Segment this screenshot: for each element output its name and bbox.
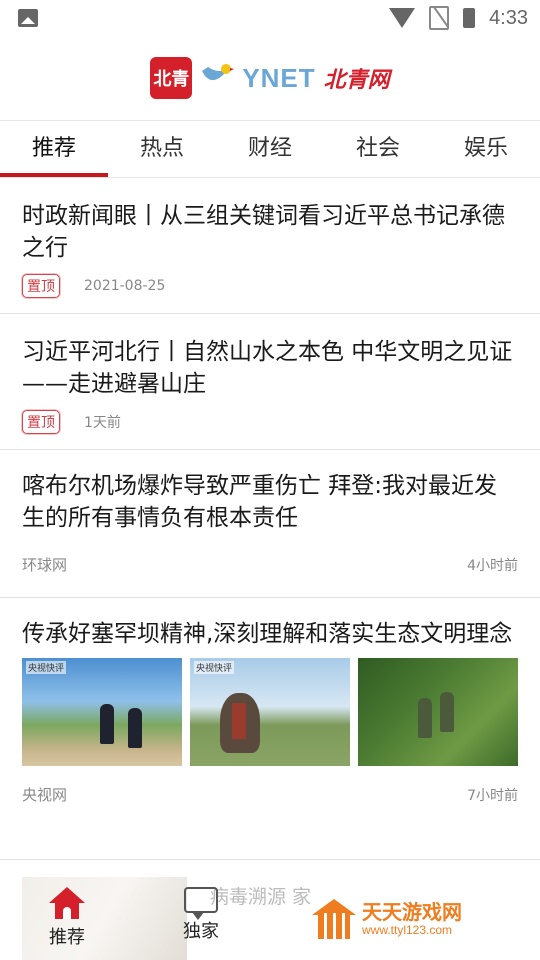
nav-exclusive-label: 独家 (183, 921, 219, 942)
battery-charging-icon (463, 8, 476, 28)
person-figure (440, 692, 454, 732)
pinned-badge: 置顶 (22, 274, 60, 298)
news-date: 2021-08-25 (84, 278, 166, 294)
news-source: 央视网 (22, 786, 68, 804)
watermark: 天天游戏网 www.ttyl123.com (312, 899, 462, 939)
news-item[interactable]: 时政新闻眼丨从三组关键词看习近平总书记承德之行 置顶 2021-08-25 (0, 178, 540, 314)
status-bar: 4:33 (0, 0, 540, 36)
news-date: 1天前 (84, 415, 121, 431)
watermark-title: 天天游戏网 (362, 900, 462, 924)
tab-hot[interactable]: 热点 (108, 121, 216, 177)
person-figure (100, 704, 114, 744)
thumbnail-label: 央视快评 (26, 661, 67, 674)
stone-monument (220, 693, 260, 753)
news-thumbnail[interactable]: 央视快评 (22, 658, 182, 766)
category-tabs: 推荐 热点 财经 社会 娱乐 (0, 121, 540, 178)
news-thumbnail[interactable]: 央视快评 (190, 658, 350, 766)
tab-society[interactable]: 社会 (324, 121, 432, 177)
nav-exclusive[interactable]: 独家 (166, 887, 236, 943)
logo-cn-text: 北青网 (323, 67, 390, 93)
tab-entertainment[interactable]: 娱乐 (432, 121, 540, 177)
status-time: 4:33 (489, 6, 528, 29)
person-figure (128, 708, 142, 748)
chat-icon (184, 887, 218, 920)
news-time: 7小时前 (467, 787, 518, 804)
bottom-nav: 病毒溯源 家 推荐 独家 天天游戏网 www.ttyl123.com (0, 877, 540, 960)
news-item[interactable]: 传承好塞罕坝精神,深刻理解和落实生态文明理念 央视快评 央视快评 央视网 7小时… (0, 598, 540, 860)
home-icon (49, 887, 85, 919)
nav-recommend[interactable]: 推荐 (32, 887, 102, 949)
image-notification-icon (18, 9, 38, 27)
no-sim-icon (429, 6, 450, 30)
news-time: 4小时前 (467, 557, 518, 574)
news-title: 时政新闻眼丨从三组关键词看习近平总书记承德之行 (22, 203, 505, 261)
pinned-badge: 置顶 (22, 410, 60, 434)
app-logo-icon: 北青 (150, 57, 193, 99)
nav-recommend-label: 推荐 (49, 927, 85, 948)
tab-recommend[interactable]: 推荐 (0, 121, 108, 177)
watermark-url: www.ttyl123.com (362, 923, 453, 937)
news-thumbnail[interactable] (358, 658, 518, 766)
news-title: 传承好塞罕坝精神,深刻理解和落实生态文明理念 (22, 621, 513, 647)
watermark-logo-icon (312, 899, 356, 939)
news-item[interactable]: 喀布尔机场爆炸导致严重伤亡 拜登:我对最近发生的所有事情负有根本责任 环球网 4… (0, 450, 540, 598)
person-figure (418, 698, 432, 738)
bird-logo-icon (202, 64, 235, 81)
news-item[interactable]: 习近平河北行丨自然山水之本色 中华文明之见证——走进避暑山庄 置顶 1天前 (0, 314, 540, 450)
news-title: 喀布尔机场爆炸导致严重伤亡 拜登:我对最近发生的所有事情负有根本责任 (22, 473, 498, 531)
news-source: 环球网 (22, 556, 68, 574)
wifi-icon (389, 8, 416, 28)
app-header: 北青 YNET 北青网 (0, 36, 540, 121)
news-title: 习近平河北行丨自然山水之本色 中华文明之见证——走进避暑山庄 (22, 339, 513, 397)
tab-finance[interactable]: 财经 (216, 121, 324, 177)
logo-text: YNET (242, 62, 316, 93)
thumbnail-label: 央视快评 (194, 661, 235, 674)
